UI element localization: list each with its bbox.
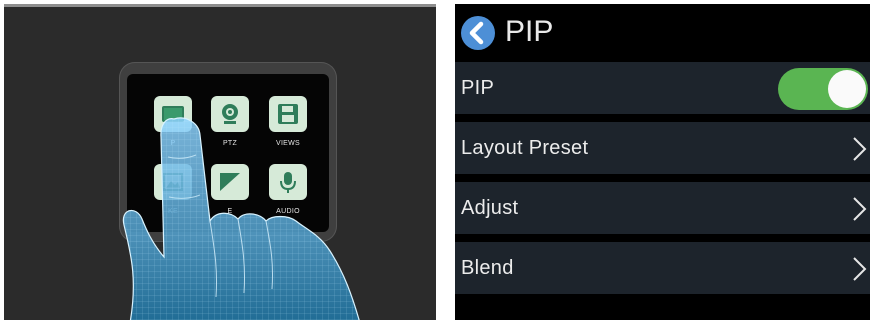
- app-pip[interactable]: P: [143, 96, 203, 147]
- app-label: E: [227, 208, 233, 215]
- pip-row-label: PIP: [461, 77, 495, 99]
- back-button[interactable]: [461, 16, 495, 50]
- menu-item-layout-preset[interactable]: Layout Preset: [455, 122, 870, 174]
- app-label: KE: [168, 208, 178, 215]
- app-key[interactable]: KE: [143, 164, 203, 215]
- app-label: PTZ: [222, 140, 238, 147]
- chevron-right-icon: [853, 257, 867, 281]
- save-icon: [269, 96, 307, 132]
- app-views[interactable]: VIEWS: [258, 96, 318, 147]
- transition-icon: [211, 164, 249, 200]
- pip-toggle-switch[interactable]: [778, 68, 868, 110]
- menu-item-label: Layout Preset: [461, 137, 589, 159]
- touch-illustration: P PTZ VIEWS KE E AUDIO: [4, 4, 436, 320]
- app-audio[interactable]: AUDIO: [258, 164, 318, 215]
- app-effects[interactable]: E: [200, 164, 260, 215]
- app-label: P: [170, 140, 176, 147]
- picture-icon: [154, 96, 192, 132]
- back-arrow-icon: [469, 21, 484, 45]
- menu-item-blend[interactable]: Blend: [455, 242, 870, 294]
- pip-settings-screen: PIP PIP Layout Preset Adjust Blend: [455, 4, 870, 320]
- image-icon: [154, 164, 192, 200]
- menu-item-label: Adjust: [461, 197, 519, 219]
- pip-toggle-row[interactable]: PIP: [455, 62, 870, 114]
- app-label: AUDIO: [276, 208, 300, 215]
- menu-item-label: Blend: [461, 257, 514, 279]
- app-label: VIEWS: [275, 140, 301, 147]
- camera-icon: [211, 96, 249, 132]
- touch-device: P PTZ VIEWS KE E AUDIO: [119, 62, 337, 242]
- chevron-right-icon: [853, 137, 867, 161]
- device-screen: P PTZ VIEWS KE E AUDIO: [127, 74, 329, 232]
- screen-header: PIP: [455, 4, 870, 59]
- toggle-knob: [828, 70, 866, 108]
- app-ptz[interactable]: PTZ: [200, 96, 260, 147]
- page-title: PIP: [505, 15, 554, 48]
- microphone-icon: [269, 164, 307, 200]
- chevron-right-icon: [853, 197, 867, 221]
- menu-item-adjust[interactable]: Adjust: [455, 182, 870, 234]
